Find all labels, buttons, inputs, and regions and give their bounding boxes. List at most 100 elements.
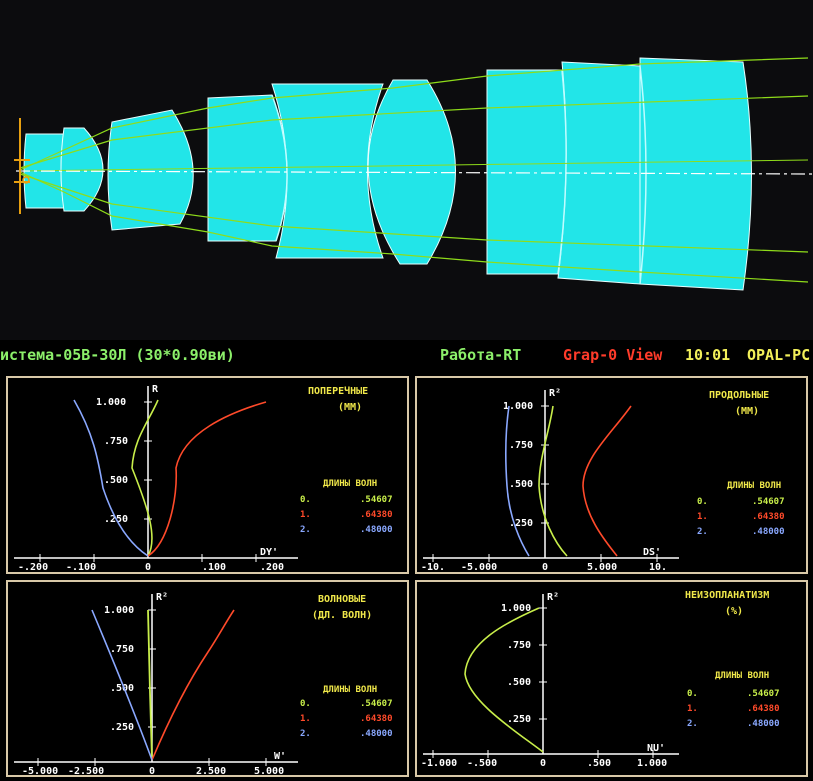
wl-index: 0. <box>687 689 698 699</box>
x-axis-label: DY' <box>260 547 278 558</box>
x-tick: 1.000 <box>637 758 667 769</box>
wl-value: .64380 <box>360 510 393 520</box>
curve-wl1 <box>582 405 632 557</box>
x-tick: -.500 <box>467 758 497 769</box>
curve-wl1 <box>151 609 235 761</box>
x-tick: -5.000 <box>461 562 497 572</box>
nonisoplanatism-plot: R² NU' 1.000 .750 .500 .250 -1.000 -.500… <box>421 590 780 769</box>
wl-index: 1. <box>697 512 708 522</box>
panel-units: (ДЛ. ВОЛН) <box>312 610 372 621</box>
wl-index: 1. <box>687 704 698 714</box>
x-tick: 0 <box>542 562 548 572</box>
y-tick: .250 <box>507 714 531 725</box>
curve-wl0 <box>131 399 159 557</box>
x-tick: .500 <box>587 758 611 769</box>
y-axis-label: R² <box>547 592 559 603</box>
panel-transverse-aberrations[interactable]: R DY' 1.000 .750 .500 .250 -.200 -.100 0… <box>6 376 409 574</box>
x-tick: 10. <box>649 562 667 572</box>
wl-index: 2. <box>687 719 698 729</box>
curve-wl0 <box>538 405 568 557</box>
lens-layout-svg <box>14 57 813 291</box>
mode-indicator: Работа-RT <box>440 346 522 364</box>
y-tick: .750 <box>509 440 533 451</box>
lens-element-7 <box>486 69 567 275</box>
panel-title: ПРОДОЛЬНЫЕ <box>709 390 769 401</box>
y-axis-label: R <box>152 384 159 395</box>
wavelengths-header: ДЛИНЫ ВОЛН <box>323 479 377 489</box>
x-tick: -5.000 <box>22 766 58 775</box>
x-axis-label: NU' <box>647 743 665 754</box>
curve-wl0 <box>464 607 544 753</box>
y-tick: 1.000 <box>96 397 126 408</box>
x-tick: 2.500 <box>196 766 226 775</box>
panel-units: (ММ) <box>735 406 759 417</box>
wl-value: .48000 <box>360 729 393 739</box>
wl-index: 2. <box>697 527 708 537</box>
x-tick: .200 <box>260 562 284 572</box>
wavelengths-header: ДЛИНЫ ВОЛН <box>727 481 781 491</box>
x-axis-label: W' <box>274 751 286 762</box>
longitudinal-plot: R² DS' 1.000 .750 .500 .250 -10. -5.000 … <box>421 388 785 573</box>
y-tick: 1.000 <box>104 605 134 616</box>
x-tick: -2.500 <box>68 766 104 775</box>
y-tick: .250 <box>110 722 134 733</box>
x-tick: 5.000 <box>254 766 284 775</box>
panel-units: (ММ) <box>338 402 362 413</box>
lens-elements <box>23 57 752 291</box>
wl-value: .64380 <box>747 704 780 714</box>
y-tick: .750 <box>104 436 128 447</box>
wl-index: 2. <box>300 729 311 739</box>
wl-value: .54607 <box>360 495 393 505</box>
y-axis-label: R² <box>549 388 561 399</box>
y-tick: .500 <box>509 479 533 490</box>
wl-index: 0. <box>300 495 311 505</box>
x-tick: -10. <box>421 562 445 572</box>
wl-value: .48000 <box>360 525 393 535</box>
x-axis-label: DS' <box>643 547 661 558</box>
panel-wave-aberrations[interactable]: R² W' 1.000 .750 .500 .250 -5.000 -2.500… <box>6 580 409 777</box>
panel-title: НЕИЗОПЛАНАТИЗМ <box>685 590 769 601</box>
y-tick: 1.000 <box>501 603 531 614</box>
x-tick: .100 <box>202 562 226 572</box>
y-tick: 1.000 <box>503 401 533 412</box>
wl-value: .64380 <box>752 512 785 522</box>
wavelengths-header: ДЛИНЫ ВОЛН <box>323 685 377 695</box>
wl-index: 0. <box>300 699 311 709</box>
wl-value: .64380 <box>360 714 393 724</box>
panel-title: ВОЛНОВЫЕ <box>318 594 366 605</box>
y-axis-label: R² <box>156 592 168 603</box>
x-tick: -1.000 <box>421 758 457 769</box>
clock: 10:01 <box>685 346 731 364</box>
x-tick: 0 <box>540 758 546 769</box>
panel-units: (%) <box>725 606 743 617</box>
wl-value: .54607 <box>747 689 780 699</box>
system-name: истема-05В-30Л (30*0.90ви) <box>0 346 235 364</box>
x-tick: 0 <box>145 562 151 572</box>
wl-value: .48000 <box>747 719 780 729</box>
x-tick: 5.000 <box>587 562 617 572</box>
y-tick: .750 <box>110 644 134 655</box>
wave-plot: R² W' 1.000 .750 .500 .250 -5.000 -2.500… <box>14 592 393 777</box>
wl-index: 0. <box>697 497 708 507</box>
status-bar: истема-05В-30Л (30*0.90ви) Работа-RT Gra… <box>0 342 813 368</box>
wl-index: 2. <box>300 525 311 535</box>
x-tick: -.200 <box>18 562 48 572</box>
app-name: OPAL-PC <box>747 346 811 364</box>
transverse-plot: R DY' 1.000 .750 .500 .250 -.200 -.100 0… <box>14 384 393 573</box>
y-tick: .500 <box>507 677 531 688</box>
wl-value: .54607 <box>360 699 393 709</box>
wl-index: 1. <box>300 510 311 520</box>
panel-nonisoplanatism[interactable]: R² NU' 1.000 .750 .500 .250 -1.000 -.500… <box>415 580 808 777</box>
wavelengths-header: ДЛИНЫ ВОЛН <box>715 671 769 681</box>
view-indicator: Grap-0 View <box>563 346 663 364</box>
wl-value: .54607 <box>752 497 785 507</box>
x-tick: -.100 <box>66 562 96 572</box>
wl-value: .48000 <box>752 527 785 537</box>
lens-layout-view[interactable] <box>0 0 813 340</box>
panel-longitudinal-aberrations[interactable]: R² DS' 1.000 .750 .500 .250 -10. -5.000 … <box>415 376 808 574</box>
x-tick: 0 <box>149 766 155 775</box>
panel-title: ПОПЕРЕЧНЫЕ <box>308 385 368 397</box>
wl-index: 1. <box>300 714 311 724</box>
curve-wl1 <box>147 401 267 557</box>
y-tick: .500 <box>104 475 128 486</box>
